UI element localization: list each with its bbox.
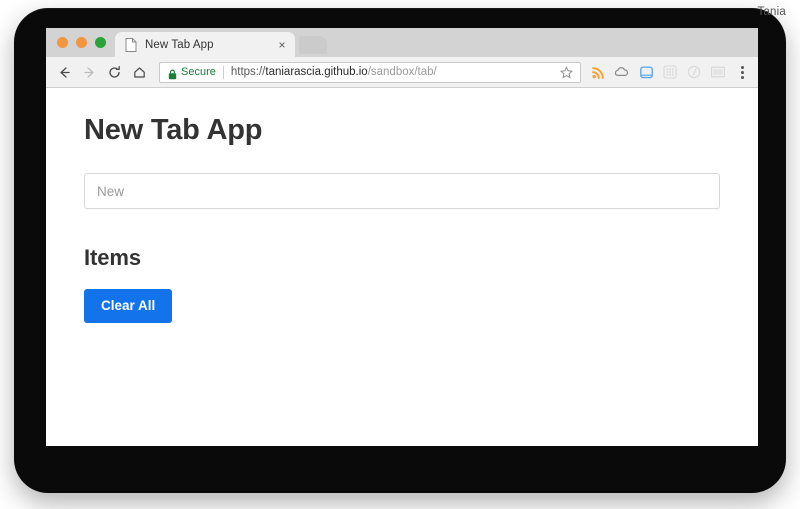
forward-arrow-icon xyxy=(78,61,100,83)
barcode-icon[interactable] xyxy=(707,61,729,83)
circle-slash-icon[interactable] xyxy=(683,61,705,83)
window-minimize-button[interactable] xyxy=(76,37,87,48)
items-heading: Items xyxy=(84,245,141,270)
star-icon[interactable] xyxy=(558,64,574,80)
tab-strip: New Tab App × xyxy=(46,28,758,57)
three-dot-menu-icon[interactable] xyxy=(733,61,751,83)
page-title: New Tab App xyxy=(84,114,263,146)
page-content: New Tab App Items Clear All xyxy=(46,88,758,445)
url-host: taniarascia.github.io xyxy=(265,66,368,78)
window-traffic-lights xyxy=(54,28,115,57)
url-path: /sandbox/tab/ xyxy=(367,66,437,78)
close-icon[interactable]: × xyxy=(275,38,289,52)
window-close-button[interactable] xyxy=(57,37,68,48)
url-text: https://taniarascia.github.io/sandbox/ta… xyxy=(231,66,558,78)
document-icon xyxy=(125,37,137,52)
window-maximize-button[interactable] xyxy=(95,37,106,48)
browser-toolbar: Secure https://taniarascia.github.io/san… xyxy=(46,57,758,88)
rss-feed-icon[interactable] xyxy=(587,61,609,83)
extension-icons xyxy=(587,61,751,83)
menu-dot xyxy=(740,65,744,69)
screenshot-stage: New Tab App × Secure https://taniarascia… xyxy=(0,0,800,509)
omnibox-divider xyxy=(222,65,224,79)
profile-name[interactable]: Tania xyxy=(758,6,787,18)
browser-window: New Tab App × Secure https://taniarascia… xyxy=(46,28,758,446)
secure-label: Secure xyxy=(181,66,216,78)
cloud-icon[interactable] xyxy=(611,61,633,83)
lock-icon xyxy=(168,67,177,79)
back-arrow-icon[interactable] xyxy=(53,61,75,83)
reload-icon[interactable] xyxy=(103,61,125,83)
address-bar[interactable]: Secure https://taniarascia.github.io/san… xyxy=(159,61,581,83)
new-item-input[interactable] xyxy=(84,173,720,209)
grid-icon[interactable] xyxy=(659,61,681,83)
pocket-icon[interactable] xyxy=(635,61,657,83)
new-tab-button[interactable] xyxy=(299,36,327,54)
browser-tab[interactable]: New Tab App × xyxy=(115,32,295,57)
url-scheme: https:// xyxy=(230,66,266,78)
home-icon[interactable] xyxy=(128,61,150,83)
clear-all-button[interactable]: Clear All xyxy=(84,289,173,323)
menu-dot xyxy=(740,75,744,79)
tab-title: New Tab App xyxy=(145,38,214,51)
menu-dot xyxy=(740,70,744,74)
